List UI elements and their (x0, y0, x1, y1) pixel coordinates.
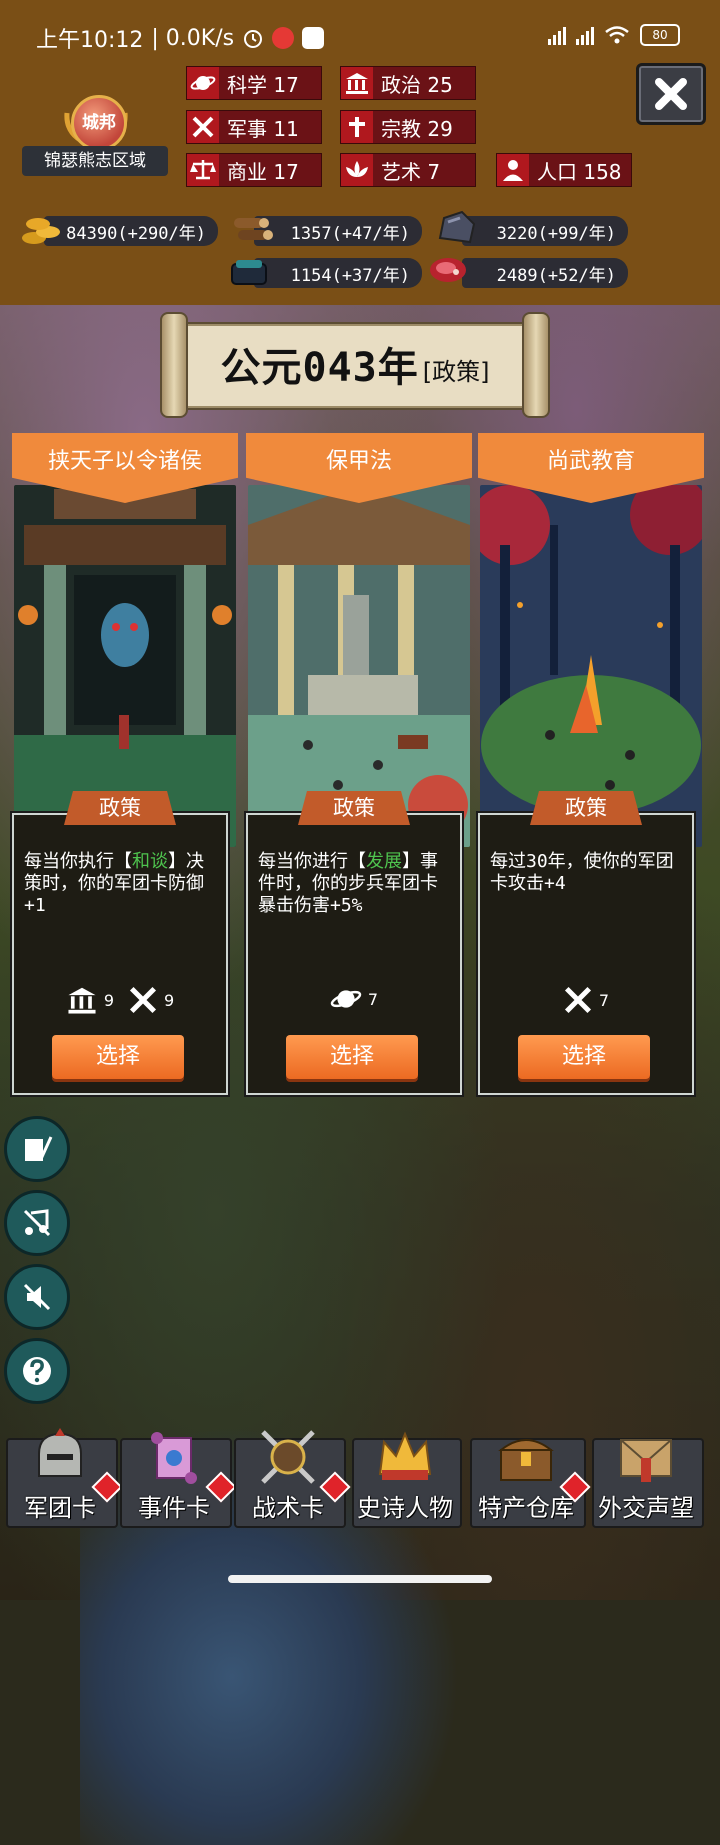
lotus-icon (346, 161, 368, 177)
card-description: 每当你执行【和谈】决策时，你的军团卡防御+1 (24, 851, 204, 916)
resource-meat: 2489(+52/年) (462, 258, 628, 288)
planet-icon (330, 990, 362, 1008)
stat-military: 军事 11 (186, 110, 322, 144)
year-title: 公元043年 (220, 345, 419, 391)
nav-tactic-cards[interactable]: 战术卡 (234, 1430, 351, 1528)
envelope-icon (620, 1439, 672, 1482)
policy-card-2[interactable]: 保甲法 每当你进行【发展】事件时，你的步兵军团卡暴击伤害+5% 7 选择 政策 (246, 433, 472, 1095)
signal-icon-1 (548, 25, 566, 45)
help-button[interactable] (4, 1338, 70, 1404)
government-building-icon (68, 987, 96, 1014)
policy-card-3[interactable]: 尚武教育 每过30年，使你的军团卡攻击+4 7 选择 政策 (478, 433, 704, 1095)
question-icon (23, 1357, 51, 1385)
sound-muted-icon (23, 1283, 51, 1311)
book-feather-icon (25, 1136, 53, 1161)
scroll-icon (151, 1432, 197, 1484)
music-toggle-button[interactable] (4, 1190, 70, 1256)
req-value: 9 (103, 990, 114, 1010)
card-title: 尚武教育 (546, 449, 635, 474)
crossed-swords-icon (564, 986, 591, 1014)
card-description-box: 每当你执行【和谈】决策时，你的军团卡防御+1 9 9 选择 (12, 813, 228, 1095)
book-button[interactable] (4, 1116, 70, 1182)
card-requirements: 7 (248, 985, 460, 1013)
meat-icon (430, 258, 466, 282)
sound-toggle-button[interactable] (4, 1264, 70, 1330)
home-indicator[interactable] (228, 1575, 492, 1583)
alarm-icon (244, 30, 263, 48)
req-value: 7 (598, 990, 610, 1010)
card-requirements: 9 9 (14, 985, 226, 1015)
close-button[interactable] (636, 63, 706, 125)
treasure-chest-icon (498, 1439, 554, 1481)
card-requirements: 7 (480, 985, 692, 1015)
wood-logs-icon (234, 218, 273, 240)
battery-indicator: 80 (640, 24, 680, 46)
region-emblem[interactable]: 城邦 (57, 93, 135, 151)
nav-diplomacy-reputation[interactable]: 外交声望 (592, 1432, 704, 1528)
card-description-box: 每过30年，使你的军团卡攻击+4 7 选择 (478, 813, 694, 1095)
nav-epic-characters[interactable]: 史诗人物 (352, 1431, 462, 1528)
religion-cross-icon (349, 117, 365, 137)
region-name: 锦瑟熊志区域 (22, 146, 168, 176)
title-scroll: 公元043年 [政策] (160, 312, 550, 418)
stat-religion: 宗教 29 (340, 110, 476, 144)
helmet-icon (38, 1428, 82, 1477)
title-subtitle: [政策] (422, 357, 490, 386)
card-type-tag: 政策 (530, 791, 642, 825)
select-button[interactable]: 选择 (52, 1035, 184, 1079)
status-bar: 上午10:12 | 0.0K/s 80 (0, 0, 720, 70)
status-time: 上午10:12 (36, 28, 144, 53)
top-panel: 上午10:12 | 0.0K/s 80 城邦 锦瑟熊志区域 科学 17 政治 2… (0, 0, 720, 308)
gold-coins-icon (22, 218, 60, 244)
stat-science: 科学 17 (186, 66, 322, 100)
card-type-tag: 政策 (298, 791, 410, 825)
resource-ore: 3220(+99/年) (462, 216, 628, 246)
planet-icon (190, 76, 216, 90)
req-value: 7 (367, 989, 379, 1009)
policy-card-1[interactable]: 挟天子以令诸侯 每当你执行【和谈】决策时，你的军团卡防御+1 9 9 选择 政策 (12, 433, 238, 1095)
music-off-icon (23, 1209, 51, 1237)
nav-specialty-warehouse[interactable]: 特产仓库 (470, 1432, 591, 1528)
card-type-tag: 政策 (64, 791, 176, 825)
scales-icon (190, 160, 216, 180)
stat-art: 艺术 7 (340, 153, 476, 187)
resource-cloth: 1154(+37/年) (254, 258, 422, 288)
card-description-box: 每当你进行【发展】事件时，你的步兵军团卡暴击伤害+5% 7 选择 (246, 813, 462, 1095)
cloth-bolt-icon (231, 260, 267, 285)
close-icon (655, 78, 687, 110)
person-icon (503, 160, 523, 181)
app-notification-icon-2 (302, 27, 325, 49)
card-title: 挟天子以令诸侯 (47, 449, 202, 474)
app-notification-icon (272, 27, 295, 49)
req-value: 9 (164, 990, 175, 1010)
ore-stone-icon (438, 210, 476, 244)
emblem-label: 城邦 (71, 95, 127, 151)
crossed-swords-icon (192, 116, 214, 138)
nav-legion-cards[interactable]: 军团卡 (6, 1428, 123, 1528)
government-building-icon (346, 73, 368, 94)
stat-politics: 政治 25 (340, 66, 476, 100)
crossed-swords-icon (129, 986, 157, 1014)
wifi-icon (605, 26, 629, 44)
select-button[interactable]: 选择 (286, 1035, 418, 1079)
shield-swords-icon (261, 1430, 315, 1484)
resource-gold: 84390(+290/年) (44, 216, 218, 246)
card-title: 保甲法 (325, 449, 392, 474)
resource-wood: 1357(+47/年) (254, 216, 422, 246)
stat-commerce: 商业 17 (186, 153, 322, 187)
select-button[interactable]: 选择 (518, 1035, 650, 1079)
card-description: 每当你进行【发展】事件时，你的步兵军团卡暴击伤害+5% (258, 851, 438, 916)
card-description: 每过30年，使你的军团卡攻击+4 (490, 851, 674, 894)
crown-icon (378, 1431, 432, 1480)
nav-event-cards[interactable]: 事件卡 (120, 1432, 237, 1528)
status-speed: | 0.0K/s (151, 25, 235, 51)
stat-population: 人口 158 (496, 153, 632, 187)
signal-icon-2 (576, 25, 594, 45)
